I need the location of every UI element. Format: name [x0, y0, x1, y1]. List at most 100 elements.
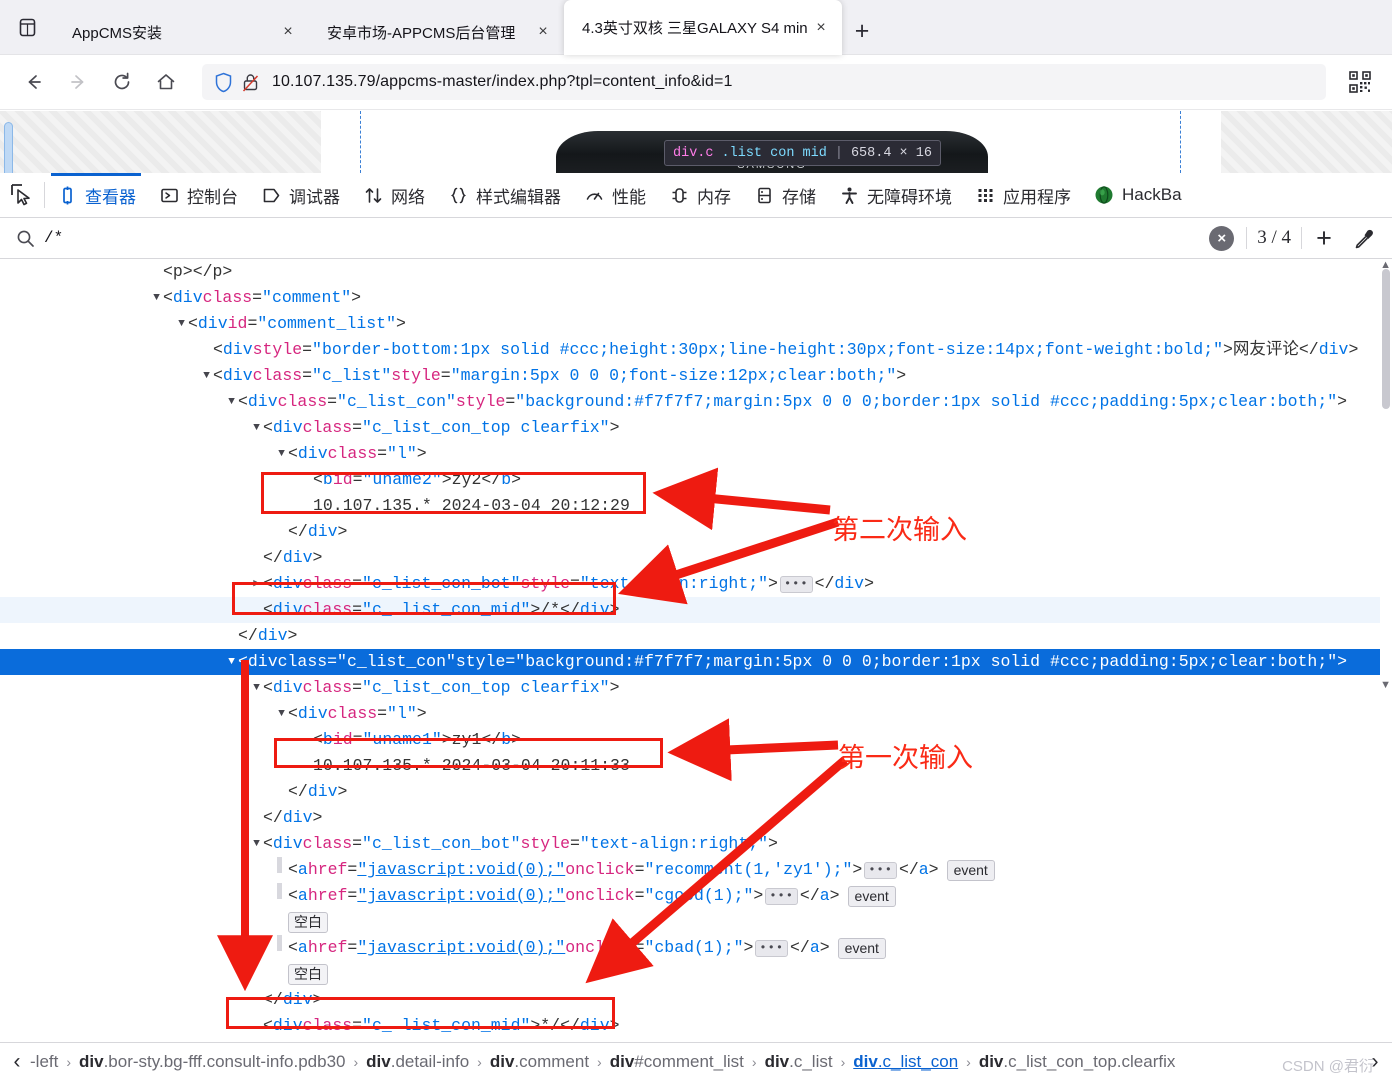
- browser-tab-1[interactable]: 安卓市场-APPCMS后台管理 ×: [309, 9, 564, 55]
- markup-attr-value[interactable]: "uname2": [363, 467, 442, 493]
- markup-line[interactable]: ▼ < div class = "l" >: [0, 701, 1392, 727]
- sidebar-toggle-button[interactable]: [0, 0, 54, 55]
- markup-attr-name[interactable]: href: [308, 857, 348, 883]
- qr-code-button[interactable]: [1340, 64, 1380, 100]
- add-rule-button[interactable]: +: [1304, 223, 1344, 254]
- markup-attr-value[interactable]: "recomment(1,'zy1');": [644, 857, 852, 883]
- breadcrumb-item[interactable]: -left: [30, 1052, 58, 1072]
- markup-line[interactable]: < div class = "c_ list_con_mid" >/* </div >: [0, 597, 1392, 623]
- browser-tab-0[interactable]: AppCMS安装 ×: [54, 9, 309, 55]
- markup-attr-name[interactable]: class: [328, 441, 378, 467]
- markup-text-node[interactable]: 10.107.135.* 2024-03-04 20:11:33: [313, 753, 630, 779]
- markup-attr-name[interactable]: onclick: [565, 883, 634, 909]
- markup-attr-name[interactable]: id: [333, 467, 353, 493]
- devtools-tab-inspector[interactable]: 查看器: [45, 172, 147, 218]
- expand-twisty-open[interactable]: ▼: [150, 285, 163, 311]
- devtools-tab-console[interactable]: 控制台: [147, 173, 249, 218]
- markup-attr-value[interactable]: "c_list_con_top clearfix": [362, 415, 610, 441]
- markup-line[interactable]: ▼ < div id = "comment_list" >: [0, 311, 1392, 337]
- markup-text-node[interactable]: 10.107.135.* 2024-03-04 20:12:29: [313, 493, 630, 519]
- markup-attr-link[interactable]: "javascript:void(0);": [357, 857, 565, 883]
- scroll-down-arrow-icon[interactable]: ▼: [1380, 679, 1391, 691]
- markup-attr-value[interactable]: "l": [387, 441, 417, 467]
- devtools-tab-application[interactable]: 应用程序: [963, 173, 1082, 218]
- markup-line[interactable]: ▼ < div class = "c_list_con" style = "backgrou…: [0, 389, 1392, 415]
- markup-line[interactable]: < a href = "javascript:void(0);" onclick = "c…: [0, 934, 1392, 961]
- clear-search-button[interactable]: ×: [1209, 225, 1235, 251]
- collapsed-content-button[interactable]: •••: [755, 939, 789, 957]
- devtools-tab-memory[interactable]: 内存: [657, 173, 742, 218]
- devtools-tab-accessibility[interactable]: 无障碍环境: [827, 173, 963, 218]
- markup-tree-view[interactable]: <p></p> ▼ < div class = "comment" > ▼ < div id = "c…: [0, 259, 1392, 1043]
- markup-attr-value[interactable]: "cbad(1);": [644, 935, 743, 961]
- lock-broken-icon[interactable]: [241, 72, 260, 93]
- breadcrumb-item[interactable]: div .bor-sty.bg-fff.consult-info.pdb30: [79, 1052, 345, 1072]
- eyedropper-button[interactable]: [1346, 228, 1382, 249]
- markup-text-node[interactable]: /*: [540, 597, 560, 623]
- markup-line[interactable]: ▶ < div class = "c_list_con_bot" style = "text…: [0, 571, 1392, 597]
- breadcrumb[interactable]: ‹ -left › div .bor-sty.bg-fff.consult-info.p…: [0, 1042, 1392, 1080]
- markup-attr-value[interactable]: "background:#f7f7f7;margin:5px 0 0 0;bor…: [515, 389, 1337, 415]
- markup-scrollbar[interactable]: ▲ ▼: [1380, 259, 1392, 1043]
- devtools-tab-storage[interactable]: 存储: [742, 173, 827, 218]
- markup-line[interactable]: ▼ < div class = "c_list_con_top clearfix" >: [0, 415, 1392, 441]
- markup-line[interactable]: ▼ < div class = "c_list" style = "margin:5px 0…: [0, 363, 1392, 389]
- markup-text-node[interactable]: 网友评论: [1233, 337, 1299, 363]
- search-input[interactable]: /*: [44, 229, 63, 247]
- expand-twisty-open[interactable]: ▼: [200, 363, 213, 389]
- event-badge[interactable]: event: [847, 885, 896, 907]
- markup-text-node[interactable]: zy1: [452, 727, 482, 753]
- markup-attr-value[interactable]: "comment": [262, 285, 351, 311]
- markup-attr-name[interactable]: class: [253, 363, 303, 389]
- markup-attr-name[interactable]: class: [303, 571, 353, 597]
- markup-attr-name[interactable]: style: [456, 389, 506, 415]
- markup-line[interactable]: 10.107.135.* 2024-03-04 20:12:29: [0, 493, 1392, 519]
- markup-line[interactable]: <p></p>: [0, 259, 1392, 285]
- markup-line[interactable]: </div>: [0, 623, 1392, 649]
- breadcrumb-scroll-right[interactable]: ›: [1362, 1050, 1388, 1074]
- markup-attr-value[interactable]: "margin:5px 0 0 0;font-size:12px;clear:b…: [451, 363, 897, 389]
- markup-text-node[interactable]: zy2: [452, 467, 482, 493]
- event-badge[interactable]: event: [837, 937, 886, 959]
- markup-attr-name[interactable]: class: [328, 701, 378, 727]
- expand-twisty-open[interactable]: ▼: [250, 675, 263, 701]
- expand-twisty-open[interactable]: ▼: [225, 389, 238, 415]
- url-bar[interactable]: 10.107.135.79/appcms-master/index.php?tp…: [202, 64, 1326, 100]
- markup-line[interactable]: </div>: [0, 987, 1392, 1013]
- markup-attr-value[interactable]: "text-align:right;": [580, 571, 768, 597]
- markup-attr-value[interactable]: "text-align:right;": [580, 831, 768, 857]
- breadcrumb-item[interactable]: div .c_list: [765, 1052, 833, 1072]
- back-button[interactable]: [12, 62, 56, 102]
- event-badge[interactable]: event: [946, 859, 995, 881]
- markup-line[interactable]: ▼ < div class = "comment" >: [0, 285, 1392, 311]
- breadcrumb-item[interactable]: div #comment_list: [610, 1052, 744, 1072]
- tab-close-icon[interactable]: ×: [810, 17, 832, 39]
- breadcrumb-item[interactable]: div .c_list_con_top.clearfix: [979, 1052, 1176, 1072]
- markup-attr-name[interactable]: style: [253, 337, 303, 363]
- markup-attr-name[interactable]: class: [303, 675, 353, 701]
- shield-icon[interactable]: [214, 72, 233, 93]
- markup-attr-value[interactable]: "c_list_con_bot": [362, 571, 520, 597]
- devtools-tab-network[interactable]: 网络: [351, 173, 436, 218]
- markup-attr-value[interactable]: "c_ list_con_mid": [362, 1013, 530, 1039]
- markup-line[interactable]: ▼ < div class = "l" >: [0, 441, 1392, 467]
- breadcrumb-item[interactable]: div .c_list_con: [853, 1052, 958, 1072]
- expand-twisty-open[interactable]: ▼: [275, 701, 288, 727]
- markup-attr-value[interactable]: "cgood(1);": [644, 883, 753, 909]
- home-button[interactable]: [144, 62, 188, 102]
- expand-twisty-open[interactable]: ▼: [175, 311, 188, 337]
- expand-twisty-closed[interactable]: ▶: [250, 571, 263, 597]
- markup-line[interactable]: </div>: [0, 519, 1392, 545]
- markup-line[interactable]: < a href = "javascript:void(0);" onclick = "c…: [0, 882, 1392, 909]
- markup-line[interactable]: < div style = "border-bottom:1px solid #ccc…: [0, 337, 1392, 363]
- markup-attr-value[interactable]: "border-bottom:1px solid #ccc;height:30p…: [312, 337, 1223, 363]
- reload-button[interactable]: [100, 62, 144, 102]
- markup-attr-value[interactable]: "c_ list_con_mid": [362, 597, 530, 623]
- markup-attr-name[interactable]: class: [303, 1013, 353, 1039]
- markup-attr-value[interactable]: "c_list_con_top clearfix": [362, 675, 610, 701]
- markup-line[interactable]: 空白: [0, 961, 1392, 987]
- markup-attr-name[interactable]: style: [456, 649, 506, 675]
- markup-attr-value[interactable]: "c_list_con_bot": [362, 831, 520, 857]
- markup-text-node[interactable]: */: [540, 1013, 560, 1039]
- markup-attr-value[interactable]: "l": [387, 701, 417, 727]
